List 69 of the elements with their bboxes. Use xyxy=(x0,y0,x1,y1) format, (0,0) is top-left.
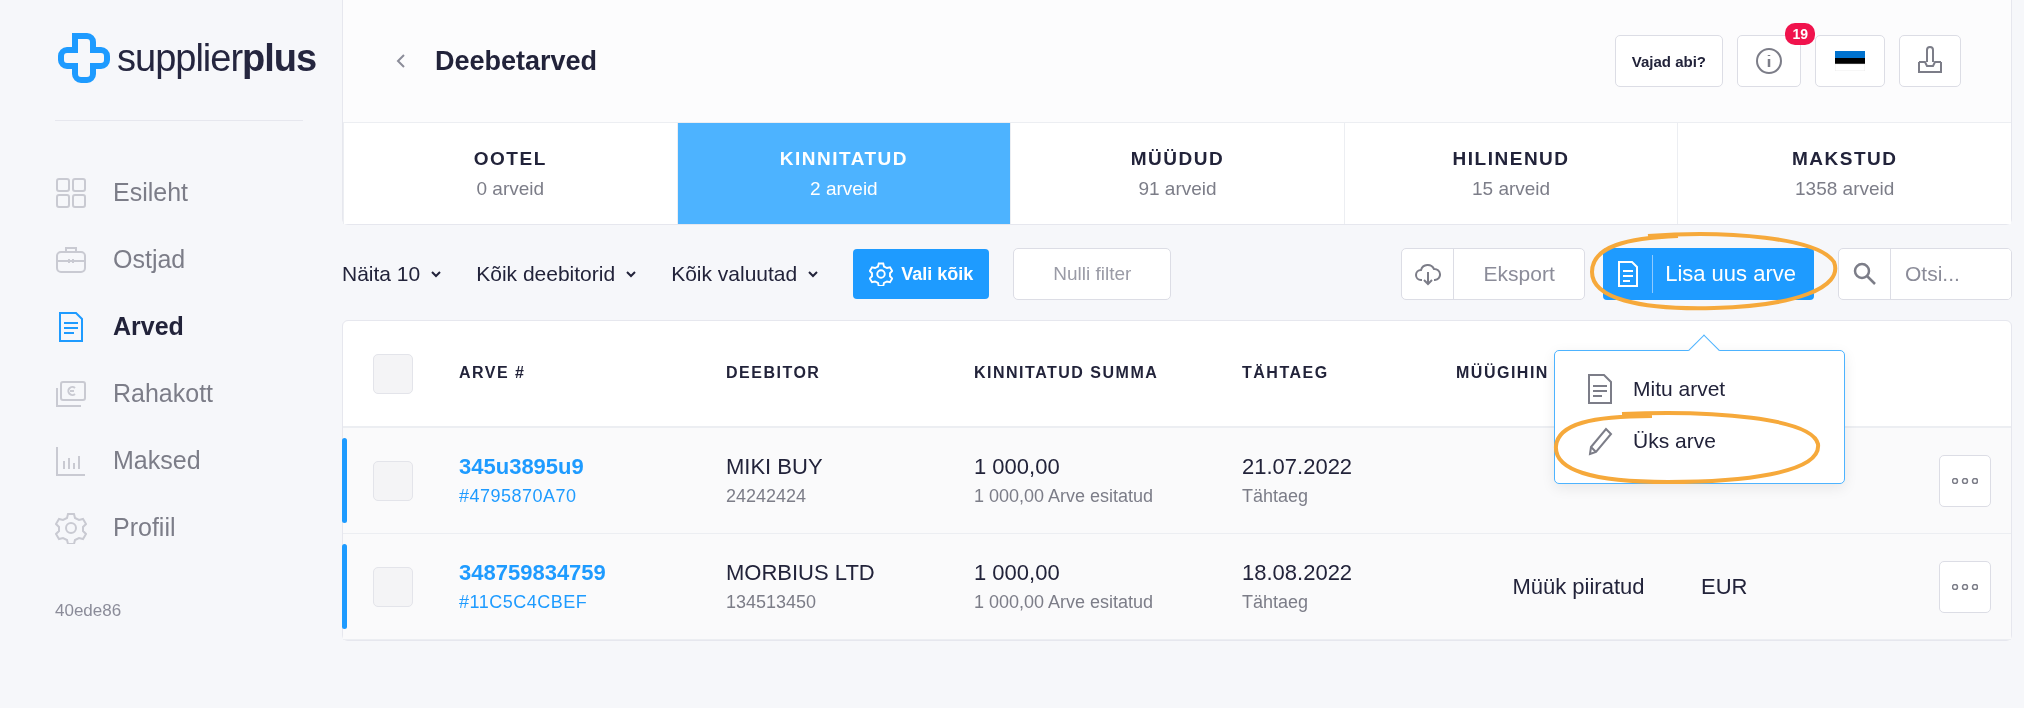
currency: EUR xyxy=(1701,573,1749,600)
search-icon xyxy=(1851,261,1878,287)
filter-dropdown[interactable]: Näita 10 xyxy=(342,262,443,286)
invoice-number-link[interactable]: 345u3895u9 xyxy=(459,454,726,480)
amount-note: 1 000,00 Arve esitatud xyxy=(974,486,1155,507)
chevron-down-icon xyxy=(807,270,820,278)
chevron-down-icon xyxy=(430,270,443,278)
filter-dropdown[interactable]: Kõik deebitorid xyxy=(476,262,638,286)
invoice-reference-link[interactable]: #4795870A70 xyxy=(459,486,726,507)
page-title: Deebetarved xyxy=(435,45,599,77)
export-button[interactable]: Eksport xyxy=(1401,248,1586,300)
pencil-icon xyxy=(1587,425,1613,457)
search-field[interactable]: Otsi... xyxy=(1838,248,2012,300)
info-icon xyxy=(1754,46,1784,76)
table-row[interactable]: 348759834759 #11C5C4CBEF MORBIUS LTD 134513450 1 000,00 1 000,00 Arve esitatud 18.08.2022 Tähtaeg Müük piiratud EUR xyxy=(343,534,2011,640)
back-chevron-icon[interactable] xyxy=(395,52,407,70)
status-tab[interactable]: MAKSTUD 1358 arveid xyxy=(1677,123,2011,224)
language-button[interactable] xyxy=(1815,35,1885,87)
confirmed-amount: 1 000,00 xyxy=(974,454,1061,480)
column-header: KINNITATUD SUMMA xyxy=(974,363,1160,384)
amount-note: 1 000,00 Arve esitatud xyxy=(974,592,1155,613)
nav-item[interactable]: Arved xyxy=(55,293,342,360)
nav-item[interactable]: Rahakott xyxy=(55,360,342,427)
version-label: 40ede86 xyxy=(55,601,123,621)
help-button[interactable]: Vajad abi? xyxy=(1614,35,1723,87)
status-tab[interactable]: KINNITATUD 2 arveid xyxy=(676,123,1011,224)
bar-chart-icon xyxy=(55,444,87,477)
document-icon xyxy=(1616,260,1639,288)
invoice-number-link[interactable]: 348759834759 xyxy=(459,560,726,586)
add-invoice-button[interactable]: Lisa uus arve xyxy=(1603,248,1814,300)
cloud-download-icon xyxy=(1414,262,1441,286)
sale-status: Müük piiratud xyxy=(1511,573,1646,600)
select-all-button[interactable]: Vali kõik xyxy=(853,249,990,299)
reset-filter-button[interactable]: Nulli filter xyxy=(1013,248,1172,300)
column-header: ARVE # xyxy=(459,363,527,384)
select-all-checkbox[interactable] xyxy=(373,353,413,394)
debtor-name: MIKI BUY xyxy=(726,454,824,480)
settings-icon xyxy=(55,511,87,544)
more-button[interactable] xyxy=(1939,454,1991,507)
debtor-code: 24242424 xyxy=(726,486,808,507)
document-icon xyxy=(1587,373,1613,405)
invoice-reference-link[interactable]: #11C5C4CBEF xyxy=(459,592,726,613)
due-date: 18.08.2022 xyxy=(1242,560,1354,586)
due-date-label: Tähtaeg xyxy=(1242,592,1310,613)
column-header: TÄHTAEG xyxy=(1242,363,1330,384)
notification-badge: 19 xyxy=(1785,23,1815,45)
brand-name: supplierplus xyxy=(117,36,317,80)
due-date-label: Tähtaeg xyxy=(1242,486,1310,507)
grid-icon xyxy=(55,176,87,209)
debtor-code: 134513450 xyxy=(726,592,818,613)
logout-icon xyxy=(1916,46,1944,76)
more-icon xyxy=(1952,583,1978,590)
due-date: 21.07.2022 xyxy=(1242,454,1354,480)
confirmed-amount: 1 000,00 xyxy=(974,560,1061,586)
nav-item[interactable]: Profiil xyxy=(55,494,342,561)
nav-item[interactable]: Esileht xyxy=(55,159,342,226)
logout-button[interactable] xyxy=(1899,35,1961,87)
more-icon xyxy=(1952,477,1978,484)
chevron-down-icon xyxy=(625,270,638,278)
filter-dropdown[interactable]: Kõik valuutad xyxy=(671,262,820,286)
menu-item[interactable]: Mitu arvet xyxy=(1587,363,1844,415)
debtor-name: MORBIUS LTD xyxy=(726,560,876,586)
logo-icon xyxy=(55,30,111,86)
column-header: DEEBITOR xyxy=(726,363,822,384)
flag-icon xyxy=(1835,51,1865,71)
settings-icon xyxy=(869,262,894,286)
nav-item[interactable]: Maksed xyxy=(55,427,342,494)
nav-item[interactable]: Ostjad xyxy=(55,226,342,293)
more-button[interactable] xyxy=(1939,560,1991,613)
